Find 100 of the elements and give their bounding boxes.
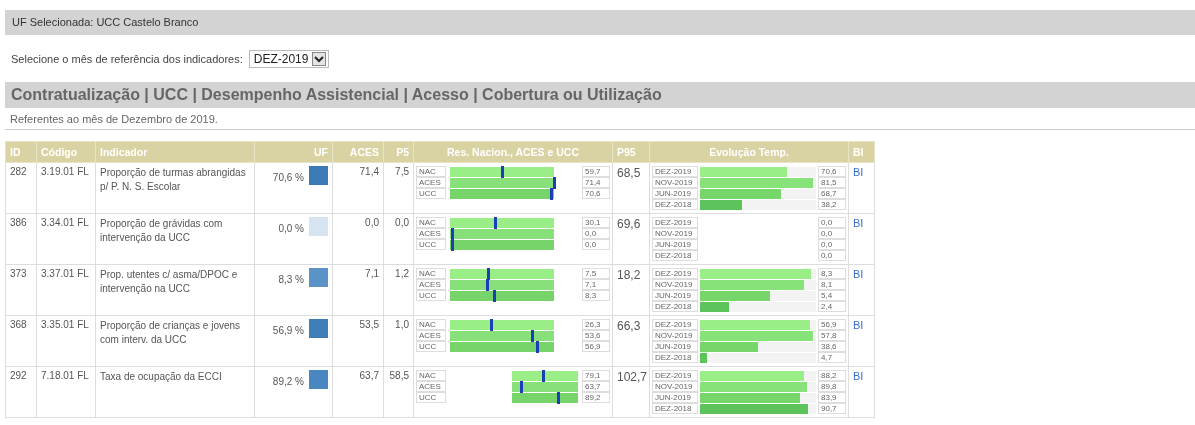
table-cell: 3.34.01 FL: [36, 213, 96, 265]
table-cell: 63,7: [332, 366, 384, 418]
table-cell: 1,2: [383, 264, 414, 316]
value-label: 56,9: [582, 341, 610, 352]
value-label: 89,2: [582, 392, 610, 403]
column-header: Código: [36, 141, 96, 163]
table-cell: Proporção de turmas abrangidas p/ P. N. S. Escolar: [95, 162, 255, 214]
column-header: Evolução Temp.: [649, 141, 849, 163]
table-cell: 69,6: [612, 213, 650, 265]
value-label: 0,0: [818, 250, 846, 261]
month-label: DEZ-2018: [652, 250, 698, 261]
table-cell: 373: [5, 264, 37, 316]
table-cell: 3.35.01 FL: [36, 315, 96, 367]
table-cell: 368: [5, 315, 37, 367]
table-cell: 71,4: [332, 162, 384, 214]
value-label: 70,6: [582, 188, 610, 199]
value-label: 4,7: [818, 352, 846, 363]
value-label: 8,1: [818, 279, 846, 290]
month-label: NOV-2019: [652, 228, 698, 239]
table-cell: Prop. utentes c/ asma/DPOC e intervenção na UCC: [95, 264, 255, 316]
series-label: UCC: [416, 341, 446, 352]
value-label: 26,3: [582, 319, 610, 330]
table-cell: 53,5: [332, 315, 384, 367]
bi-link[interactable]: BI: [853, 319, 864, 331]
table-cell: 292: [5, 366, 37, 418]
table-cell: 58,5: [383, 366, 414, 418]
value-label: 5,4: [818, 290, 846, 301]
table-cell: 18,2: [612, 264, 650, 316]
value-label: 0,0: [818, 239, 846, 250]
value-label: 81,5: [818, 177, 846, 188]
month-label: NOV-2019: [652, 177, 698, 188]
month-label: DEZ-2019: [652, 217, 698, 228]
table-cell: 56,9 %: [272, 325, 304, 336]
value-label: 7,5: [582, 268, 610, 279]
value-label: 57,8: [818, 330, 846, 341]
table-cell: 7,1: [332, 264, 384, 316]
value-label: 90,7: [818, 403, 846, 414]
month-label: DEZ-2018: [652, 301, 698, 312]
month-dropdown[interactable]: DEZ-2019: [248, 50, 330, 68]
column-header: Indicador: [95, 141, 255, 163]
bi-link[interactable]: BI: [853, 370, 864, 382]
column-header: P5: [383, 141, 414, 163]
month-label: JUN-2019: [652, 392, 698, 403]
column-header: UF: [254, 141, 333, 163]
table-cell: 3.37.01 FL: [36, 264, 96, 316]
bi-link[interactable]: BI: [853, 217, 864, 229]
month-label: DEZ-2018: [652, 403, 698, 414]
series-label: ACES: [416, 177, 446, 188]
table-cell: 0,0 %: [278, 223, 304, 234]
month-label: JUN-2019: [652, 239, 698, 250]
month-label: NOV-2019: [652, 330, 698, 341]
month-label: DEZ-2018: [652, 352, 698, 363]
section-title-bar: Contratualização | UCC | Desempenho Assistencial | Acesso | Cobertura ou Utilização: [5, 82, 1195, 108]
column-header: BI: [848, 141, 875, 163]
table-cell: 0,0: [332, 213, 384, 265]
series-label: ACES: [416, 279, 446, 290]
table-cell: Taxa de ocupação da ECCI: [95, 366, 255, 418]
value-label: 7,1: [582, 279, 610, 290]
bi-link[interactable]: BI: [853, 166, 864, 178]
column-header: P95: [612, 141, 650, 163]
table-cell: Proporção de crianças e jovens com interv. da UCC: [95, 315, 255, 367]
value-label: 68,7: [818, 188, 846, 199]
table-cell: 282: [5, 162, 37, 214]
month-label: DEZ-2019: [652, 370, 698, 381]
table-cell: 70,6 %: [272, 172, 304, 183]
table-cell: Proporção de grávidas com intervenção da UCC: [95, 213, 255, 265]
month-label: DEZ-2019: [652, 268, 698, 279]
table-cell: 7.18.01 FL: [36, 366, 96, 418]
column-header: ACES: [332, 141, 384, 163]
value-label: 8,3: [818, 268, 846, 279]
month-label: Selecione o mês de referência dos indicadores:: [11, 53, 243, 65]
month-label: JUN-2019: [652, 341, 698, 352]
value-label: 0,0: [818, 228, 846, 239]
unit-title-bar: UF Selecionada: UCC Castelo Branco: [5, 10, 1195, 35]
series-label: NAC: [416, 268, 446, 279]
table-cell: 89,2 %: [272, 376, 304, 387]
series-label: ACES: [416, 381, 446, 392]
month-label: DEZ-2019: [652, 166, 698, 177]
table-cell: 386: [5, 213, 37, 265]
series-label: NAC: [416, 319, 446, 330]
value-label: 79,1: [582, 370, 610, 381]
value-label: 0,0: [818, 217, 846, 228]
series-label: ACES: [416, 228, 446, 239]
value-label: 2,4: [818, 301, 846, 312]
column-header: Res. Nacion., ACES e UCC: [413, 141, 613, 163]
table-cell: 0,0: [383, 213, 414, 265]
value-label: 56,9: [818, 319, 846, 330]
value-label: 53,6: [582, 330, 610, 341]
month-label: JUN-2019: [652, 290, 698, 301]
value-label: 89,8: [818, 381, 846, 392]
series-label: NAC: [416, 217, 446, 228]
value-label: 63,7: [582, 381, 610, 392]
value-label: 0,0: [582, 228, 610, 239]
value-label: 70,6: [818, 166, 846, 177]
series-label: NAC: [416, 166, 446, 177]
bi-link[interactable]: BI: [853, 268, 864, 280]
value-label: 30,1: [582, 217, 610, 228]
series-label: UCC: [416, 392, 446, 403]
table-cell: 1,0: [383, 315, 414, 367]
table-cell: 68,5: [612, 162, 650, 214]
